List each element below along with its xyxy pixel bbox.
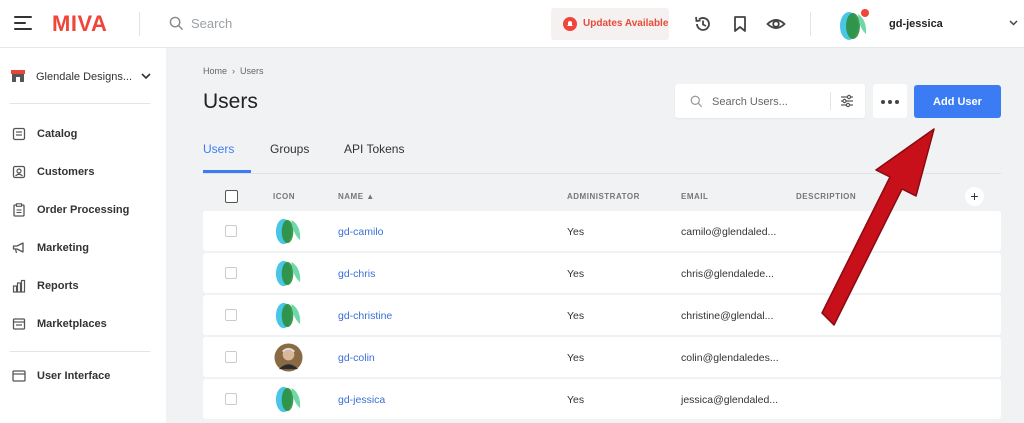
store-name: Glendale Designs... bbox=[36, 71, 132, 83]
catalog-icon bbox=[12, 127, 26, 141]
search-users-input[interactable]: Search Users... bbox=[712, 96, 788, 108]
email-value: jessica@glendaled... bbox=[681, 394, 779, 406]
customers-icon bbox=[12, 165, 26, 179]
filter-sliders-icon[interactable] bbox=[840, 94, 854, 108]
add-user-button[interactable]: Add User bbox=[914, 85, 1001, 118]
divider bbox=[830, 92, 831, 110]
row-checkbox[interactable] bbox=[225, 309, 237, 321]
administrator-value: Yes bbox=[567, 394, 585, 406]
row-checkbox[interactable] bbox=[225, 393, 237, 405]
miva-logo[interactable]: MIVA bbox=[52, 11, 107, 37]
table-row[interactable]: gd-colin Yes colin@glendaledes... bbox=[203, 337, 1001, 377]
bookmark-icon[interactable] bbox=[730, 14, 750, 34]
column-header-icon: ICON bbox=[273, 192, 295, 201]
administrator-value: Yes bbox=[567, 226, 585, 238]
hamburger-menu-icon[interactable] bbox=[14, 16, 32, 30]
email-value: camilo@glendaled... bbox=[681, 226, 777, 238]
search-users-field[interactable]: Search Users... bbox=[675, 84, 865, 118]
updates-label: Updates Available bbox=[583, 18, 669, 29]
user-photo-avatar bbox=[274, 343, 303, 372]
row-checkbox[interactable] bbox=[225, 225, 237, 237]
sidebar-item-customers[interactable]: Customers bbox=[10, 162, 160, 184]
sidebar-item-order-processing[interactable]: Order Processing bbox=[10, 200, 160, 222]
top-bar: MIVA Search Updates Available gd-jessica bbox=[0, 0, 1024, 48]
user-name-link[interactable]: gd-colin bbox=[338, 352, 375, 364]
page-title: Users bbox=[203, 90, 258, 113]
email-value: colin@glendaledes... bbox=[681, 352, 779, 364]
divider bbox=[139, 12, 140, 36]
more-dots-icon bbox=[881, 100, 885, 104]
table-row[interactable]: gd-jessica Yes jessica@glendaled... bbox=[203, 379, 1001, 419]
column-header-email[interactable]: EMAIL bbox=[681, 192, 708, 201]
annotation-arrow-icon bbox=[821, 128, 935, 326]
sidebar-item-marketplaces[interactable]: Marketplaces bbox=[10, 314, 160, 336]
breadcrumb-current: Users bbox=[240, 66, 264, 76]
store-icon bbox=[11, 70, 25, 82]
history-icon[interactable] bbox=[693, 14, 713, 34]
sort-ascending-icon: ▲ bbox=[366, 192, 375, 201]
user-interface-icon bbox=[12, 370, 26, 382]
column-header-administrator[interactable]: ADMINISTRATOR bbox=[567, 192, 640, 201]
tab-groups[interactable]: Groups bbox=[270, 142, 309, 156]
default-user-avatar-icon bbox=[275, 386, 301, 413]
default-user-avatar-icon bbox=[275, 218, 301, 245]
user-name[interactable]: gd-jessica bbox=[889, 18, 943, 30]
sidebar-item-reports[interactable]: Reports bbox=[10, 276, 160, 298]
divider bbox=[810, 12, 811, 36]
user-name-link[interactable]: gd-camilo bbox=[338, 226, 384, 238]
megaphone-icon bbox=[12, 242, 24, 254]
search-icon bbox=[690, 95, 703, 108]
column-header-name[interactable]: NAME ▲ bbox=[338, 192, 375, 201]
breadcrumb-home[interactable]: Home bbox=[203, 66, 227, 76]
breadcrumb: Home › Users bbox=[203, 66, 264, 76]
global-search-input[interactable]: Search bbox=[191, 16, 232, 31]
sidebar-divider bbox=[10, 351, 150, 352]
sidebar-divider bbox=[10, 103, 150, 104]
tab-users[interactable]: Users bbox=[203, 142, 234, 156]
order-processing-icon bbox=[13, 203, 25, 217]
row-checkbox[interactable] bbox=[225, 351, 237, 363]
user-name-link[interactable]: gd-jessica bbox=[338, 394, 385, 406]
user-avatar[interactable] bbox=[837, 8, 871, 42]
row-checkbox[interactable] bbox=[225, 267, 237, 279]
administrator-value: Yes bbox=[567, 268, 585, 280]
administrator-value: Yes bbox=[567, 352, 585, 364]
bar-chart-icon bbox=[12, 279, 26, 293]
add-column-button[interactable]: + bbox=[965, 187, 984, 206]
email-value: christine@glendal... bbox=[681, 310, 774, 322]
more-options-button[interactable] bbox=[873, 84, 907, 118]
sidebar: Glendale Designs... Catalog Customers Or… bbox=[0, 48, 166, 423]
store-selector[interactable]: Glendale Designs... bbox=[10, 68, 160, 88]
sidebar-item-marketing[interactable]: Marketing bbox=[10, 238, 160, 260]
email-value: chris@glendalede... bbox=[681, 268, 774, 280]
breadcrumb-separator: › bbox=[232, 66, 236, 76]
user-name-link[interactable]: gd-chris bbox=[338, 268, 375, 280]
eye-icon[interactable] bbox=[766, 14, 786, 34]
search-icon bbox=[169, 16, 184, 31]
sidebar-item-user-interface[interactable]: User Interface bbox=[10, 366, 160, 388]
default-user-avatar-icon bbox=[275, 302, 301, 329]
default-user-avatar-icon bbox=[275, 260, 301, 287]
tab-api-tokens[interactable]: API Tokens bbox=[344, 142, 404, 156]
user-name-link[interactable]: gd-christine bbox=[338, 310, 392, 322]
updates-available-button[interactable]: Updates Available bbox=[551, 8, 669, 40]
chevron-down-icon bbox=[141, 73, 151, 80]
chevron-down-icon[interactable] bbox=[1009, 20, 1018, 26]
administrator-value: Yes bbox=[567, 310, 585, 322]
select-all-checkbox[interactable] bbox=[225, 190, 238, 203]
marketplaces-icon bbox=[12, 318, 26, 330]
bell-icon bbox=[563, 17, 577, 31]
sidebar-item-catalog[interactable]: Catalog bbox=[10, 124, 160, 146]
